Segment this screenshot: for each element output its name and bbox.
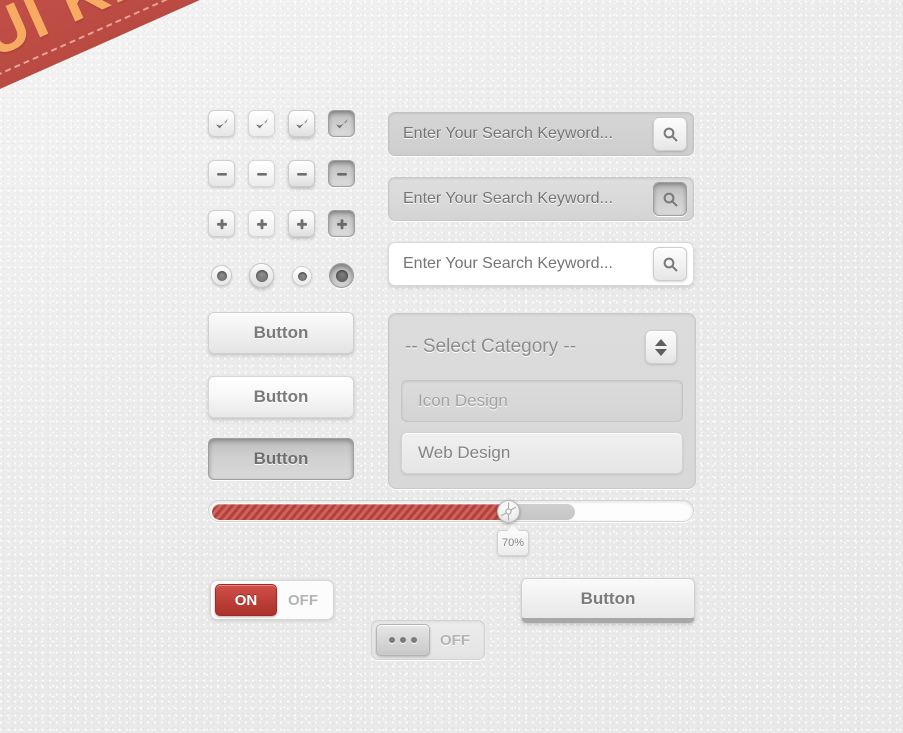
toggle-off-label: OFF [288,591,318,609]
minus-hover[interactable] [248,160,275,187]
checkbox-row [208,110,355,137]
radio-pressed[interactable] [329,263,354,288]
ribbon-band: UI KIT UI KIT UI KIT [0,0,421,162]
search-field-pressed[interactable] [388,177,694,221]
radio-default[interactable] [211,265,232,286]
minus-pressed[interactable] [328,160,355,187]
toggle-knob-dots[interactable] [376,624,430,656]
toggle-switch-on[interactable]: ON OFF [210,580,334,620]
minus-row [208,160,355,187]
check-icon [215,118,228,128]
minus-icon [256,172,267,176]
handle-crosshair-icon [500,502,517,521]
button-hover[interactable]: Button [208,376,354,418]
check-icon [295,118,308,128]
check-icon [255,118,268,128]
progress-slider: 70% [208,500,694,556]
ribbon-text-orange: UI KIT [0,0,174,71]
search-button[interactable] [653,117,687,151]
minus-icon [216,172,227,176]
slider-tooltip: 70% [497,525,529,556]
plus-row [208,210,355,237]
chevron-up-icon [655,338,667,346]
dot-icon [411,637,417,643]
select-option-web-design[interactable]: Web Design [401,432,683,474]
slider-handle[interactable] [497,500,520,523]
slider-track[interactable] [208,500,694,523]
search-icon [663,192,678,207]
search-input[interactable] [403,190,653,208]
plus-icon [296,218,307,229]
ui-kit-ribbon: UI KIT UI KIT UI KIT [0,0,421,162]
minus-icon [296,172,307,176]
search-input[interactable] [403,125,653,143]
search-icon [663,127,678,142]
radio-dot [216,270,227,281]
toggle-switch-off[interactable]: OFF [371,620,485,660]
select-label: -- Select Category -- [405,336,577,357]
search-icon [663,257,678,272]
radio-dot [335,269,348,282]
dot-icon [389,637,395,643]
search-field-default[interactable] [388,112,694,156]
checkbox-focus[interactable] [288,110,315,137]
radio-hover[interactable] [249,263,274,288]
toggle-off-label: OFF [440,631,470,649]
search-button[interactable] [653,182,687,216]
minus-default[interactable] [208,160,235,187]
minus-focus[interactable] [288,160,315,187]
plus-default[interactable] [208,210,235,237]
plus-focus[interactable] [288,210,315,237]
plus-icon [216,218,227,229]
slider-fill [212,504,508,520]
plus-icon [256,218,267,229]
checkbox-pressed[interactable] [328,110,355,137]
search-input[interactable] [403,255,653,273]
minus-icon [336,172,347,176]
big-button[interactable]: Button [521,578,695,623]
chevron-down-icon [655,348,667,356]
select-category-panel: -- Select Category -- Icon Design Web De… [388,313,696,489]
search-field-focused[interactable] [388,242,694,286]
checkbox-default[interactable] [208,110,235,137]
radio-focus[interactable] [292,266,312,286]
select-stepper[interactable] [645,330,677,364]
plus-pressed[interactable] [328,210,355,237]
radio-dot [297,271,307,281]
dot-icon [400,637,406,643]
checkbox-hover[interactable] [248,110,275,137]
plus-hover[interactable] [248,210,275,237]
radio-dot [255,269,268,282]
radio-row [210,262,360,290]
search-button[interactable] [653,247,687,281]
plus-icon [336,218,347,229]
select-header[interactable]: -- Select Category -- [401,324,683,370]
button-pressed[interactable]: Button [208,438,354,480]
check-icon [335,118,348,128]
button-default[interactable]: Button [208,312,354,354]
toggle-knob-on[interactable]: ON [215,584,277,616]
select-option-icon-design[interactable]: Icon Design [401,380,683,422]
